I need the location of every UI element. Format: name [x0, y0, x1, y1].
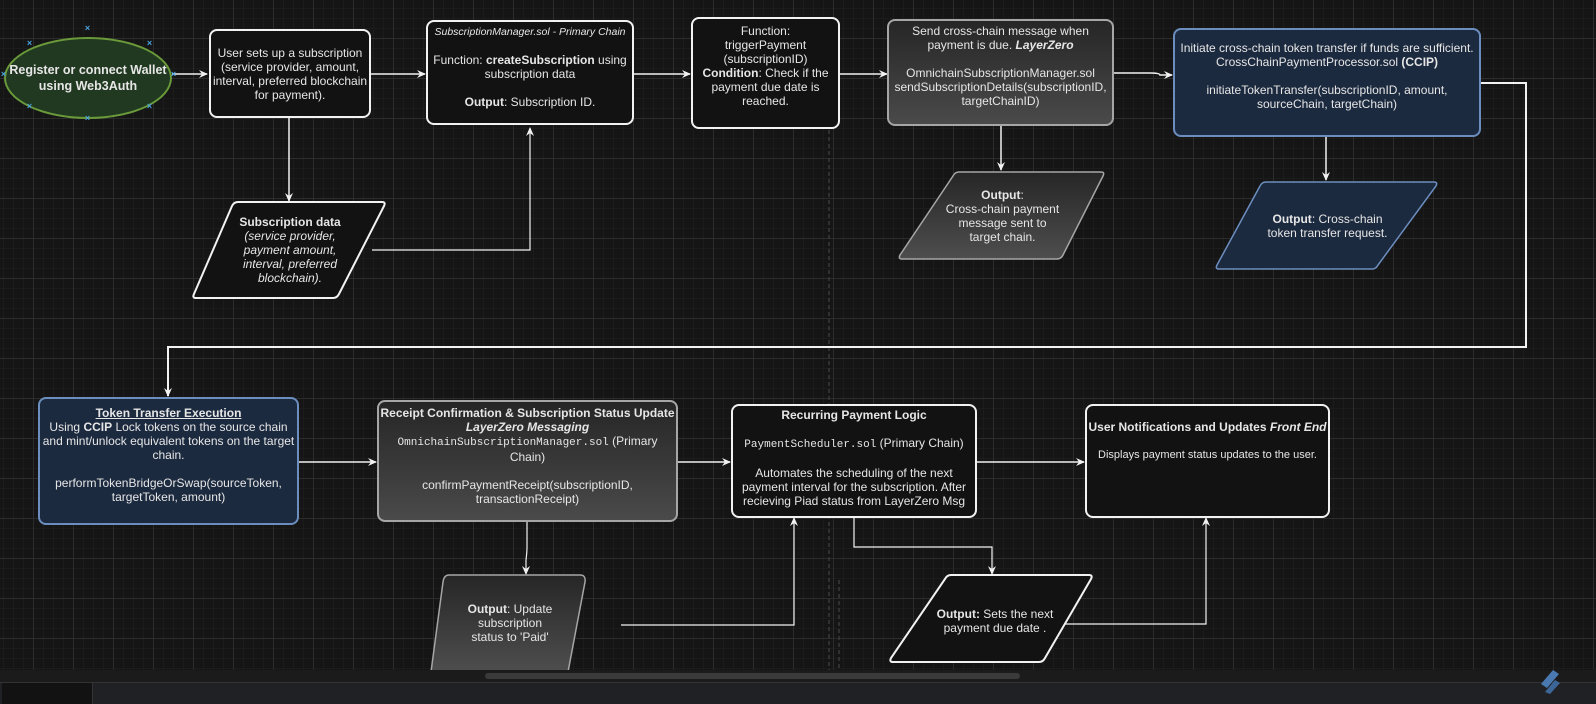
resize-handle-icon[interactable]: × — [146, 39, 153, 48]
receipt-function: confirmPaymentReceipt(subscriptionID, — [422, 478, 633, 492]
initiate-function-args: sourceChain, targetChain) — [1256, 97, 1398, 111]
trigger-line: triggerPayment — [724, 38, 807, 52]
resize-handle-icon[interactable]: × — [170, 70, 177, 79]
notifications-title: User Notifications and Updates Front End — [1088, 420, 1327, 434]
execution-line: Using CCIP Lock tokens on the source cha… — [49, 420, 288, 434]
trigger-line: Function: — [740, 24, 791, 38]
node-subscription-data[interactable]: Subscription data (service provider, pay… — [200, 205, 380, 295]
receipt-output-line: status to 'Paid' — [471, 630, 549, 644]
resize-handle-icon[interactable]: × — [84, 114, 91, 123]
message-output-line: Cross-chain payment — [945, 202, 1060, 216]
initiate-function: initiateTokenTransfer(subscriptionID, am… — [1206, 83, 1448, 97]
horizontal-scrollbar-thumb[interactable] — [485, 673, 1020, 679]
node-recurring-payment-logic[interactable]: Recurring Payment Logic PaymentScheduler… — [731, 404, 977, 518]
start-label-line1: Register or connect Wallet — [9, 63, 167, 77]
node-transfer-output[interactable]: Output: Cross-chain token transfer reque… — [1240, 186, 1415, 266]
resize-handle-icon[interactable]: × — [146, 102, 153, 111]
edge-data-to-manager — [372, 127, 534, 251]
app-logo-icon — [1541, 670, 1560, 694]
subscription-data-title: Subscription data — [239, 215, 341, 229]
execution-title: Token Transfer Execution — [95, 406, 242, 420]
node-subscription-manager[interactable]: SubscriptionManager.sol - Primary Chain … — [426, 20, 634, 125]
node-receipt-output[interactable]: Output: Update subscription status to 'P… — [440, 598, 580, 648]
setup-line: (service provider, amount, — [220, 59, 360, 74]
message-output-label: Output: — [981, 188, 1024, 202]
edge-output-to-notifications — [1060, 517, 1210, 625]
node-send-cross-chain-message[interactable]: Send cross-chain message when payment is… — [887, 19, 1114, 126]
receipt-function-args: transactionReceipt) — [475, 492, 580, 506]
execution-line: and mint/unlock equivalent tokens on the… — [42, 434, 295, 448]
start-label-line2: using Web3Auth — [38, 79, 138, 93]
execution-function: performTokenBridgeOrSwap(sourceToken, — [55, 476, 282, 490]
recurring-output-label: Output: Sets the next — [936, 606, 1054, 621]
message-output-line: message sent to — [958, 216, 1047, 230]
resize-handle-icon[interactable]: × — [0, 70, 7, 79]
recurring-title: Recurring Payment Logic — [781, 408, 927, 422]
trigger-line: reached. — [742, 94, 789, 108]
manager-header: SubscriptionManager.sol - Primary Chain — [434, 26, 626, 38]
send-contract: OmnichainSubscriptionManager.sol — [906, 66, 1095, 80]
node-recurring-output[interactable]: Output: Sets the next payment due date . — [925, 598, 1065, 643]
subscription-data-line: (service provider, — [244, 229, 336, 243]
trigger-line: (subscriptionID) — [723, 52, 808, 66]
manager-output-line: Output: Subscription ID. — [464, 95, 596, 109]
edge-recurring-to-output — [853, 518, 996, 575]
receipt-title: Receipt Confirmation & Subscription Stat… — [380, 406, 675, 420]
recurring-output-line: payment due date . — [943, 620, 1047, 635]
receipt-line: Chain) — [509, 450, 546, 464]
edge-output-to-recurring — [621, 517, 798, 626]
edge-send-to-initiate — [1114, 71, 1173, 79]
page-tab[interactable] — [2, 683, 93, 704]
resize-handle-icon[interactable]: × — [26, 39, 33, 48]
node-token-transfer-execution[interactable]: Token Transfer Execution Using CCIP Lock… — [38, 397, 299, 525]
send-line: Send cross-chain message when — [912, 24, 1089, 38]
edge-receipt-to-output — [522, 522, 530, 575]
setup-line: interval, preferred blockchain — [212, 73, 368, 88]
setup-line: for payment). — [254, 87, 326, 102]
setup-line: User sets up a subscription — [217, 45, 363, 60]
notifications-line: Displays payment status updates to the u… — [1098, 449, 1317, 461]
transfer-output-label: Output: Cross-chain — [1272, 212, 1383, 226]
execution-function-args: targetToken, amount) — [111, 490, 226, 504]
recurring-line: payment interval for the subscription. A… — [741, 480, 967, 494]
initiate-contract-line: CrossChainPaymentProcessor.sol (CCIP) — [1215, 55, 1439, 69]
node-receipt-confirmation[interactable]: Receipt Confirmation & Subscription Stat… — [377, 400, 678, 522]
page-tabs-bar — [0, 682, 1596, 704]
recurring-contract-line: PaymentScheduler.sol (Primary Chain) — [744, 436, 964, 451]
node-initiate-token-transfer[interactable]: Initiate cross-chain token transfer if f… — [1173, 28, 1481, 137]
recurring-line: recieving Piad status from LayerZero Msg — [742, 494, 966, 508]
trigger-line: payment due date is — [711, 80, 820, 94]
receipt-subtitle: LayerZero Messaging — [465, 420, 590, 434]
subscription-data-line: payment amount, — [243, 243, 337, 257]
node-user-setup[interactable]: User sets up a subscription (service pro… — [209, 29, 371, 118]
send-function: sendSubscriptionDetails(subscriptionID, — [894, 80, 1107, 94]
recurring-line: Automates the scheduling of the next — [755, 466, 953, 480]
receipt-contract-line: OmnichainSubscriptionManager.sol (Primar… — [397, 434, 658, 449]
resize-handle-icon[interactable]: × — [84, 24, 91, 33]
diagram-canvas[interactable]: Register or connect Wallet using Web3Aut… — [0, 0, 1596, 703]
resize-handle-icon[interactable]: × — [26, 102, 33, 111]
initiate-line: Initiate cross-chain token transfer if f… — [1180, 41, 1474, 55]
execution-line: chain. — [152, 448, 185, 462]
manager-function-line2: subscription data — [484, 67, 576, 81]
subscription-data-line: interval, preferred — [242, 257, 338, 271]
node-message-output[interactable]: Output: Cross-chain payment message sent… — [920, 176, 1085, 256]
node-trigger-payment[interactable]: Function: triggerPayment (subscriptionID… — [691, 17, 840, 129]
node-user-notifications[interactable]: User Notifications and Updates Front End… — [1085, 404, 1330, 518]
subscription-data-line: blockchain). — [257, 271, 323, 285]
trigger-condition-line: Condition: Check if the — [702, 66, 829, 80]
send-line-layerzero: payment is due. LayerZero — [927, 38, 1074, 52]
receipt-output-label: Output: Update subscription — [467, 602, 553, 630]
manager-function-line: Function: createSubscription using — [433, 53, 627, 67]
message-output-line: target chain. — [969, 230, 1036, 244]
send-function-args: targetChainID) — [961, 94, 1040, 108]
transfer-output-line: token transfer request. — [1267, 226, 1388, 240]
